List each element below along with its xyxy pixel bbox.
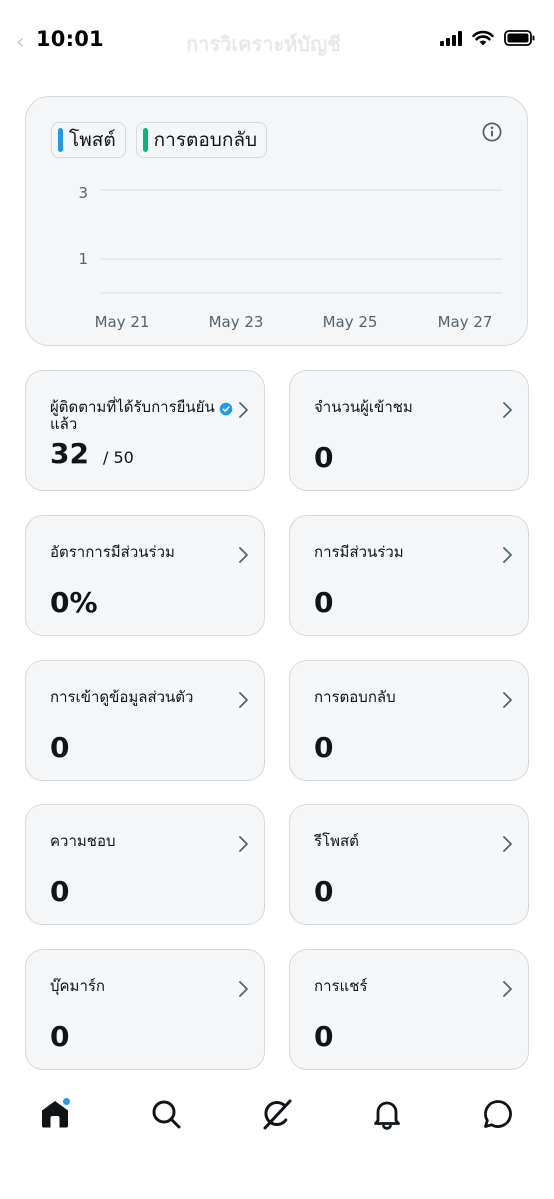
legend-label-replies: การตอบกลับ bbox=[153, 129, 258, 151]
chevron-right-icon bbox=[239, 836, 248, 852]
stat-label: ความชอบ bbox=[50, 832, 116, 850]
stat-label: อัตราการมีส่วนร่วม bbox=[50, 543, 175, 561]
stat-card[interactable]: บุ๊คมาร์ก 0 bbox=[25, 949, 265, 1070]
stat-value: 0 bbox=[314, 1020, 334, 1053]
stat-card[interactable]: การเข้าดูข้อมูลส่วนตัว 0 bbox=[25, 660, 265, 781]
stat-value: 0 bbox=[314, 441, 334, 474]
verified-icon bbox=[219, 402, 233, 416]
stat-value: 32 bbox=[50, 437, 89, 470]
notifications-icon bbox=[374, 1101, 400, 1130]
info-icon[interactable] bbox=[481, 121, 503, 143]
stat-card[interactable]: การมีส่วนร่วม 0 bbox=[289, 515, 529, 636]
back-icon[interactable]: ‹ bbox=[16, 30, 25, 55]
chevron-right-icon bbox=[503, 981, 512, 997]
status-bar: ‹ 10:01 การวิเคราะห์บัญชี bbox=[0, 0, 554, 82]
stat-value: 0 bbox=[314, 875, 334, 908]
stat-value: 0 bbox=[50, 875, 70, 908]
nav-home[interactable] bbox=[35, 1094, 75, 1134]
x-tick-label: May 25 bbox=[323, 313, 378, 331]
chevron-right-icon bbox=[239, 402, 248, 418]
stat-card[interactable]: รีโพสต์ 0 bbox=[289, 804, 529, 925]
stat-card[interactable]: ผู้ติดตามที่ได้รับการยืนยันแล้ว 32 / 50 bbox=[25, 370, 265, 491]
legend-replies[interactable]: การตอบกลับ bbox=[135, 122, 268, 158]
chevron-right-icon bbox=[239, 981, 248, 997]
stat-card[interactable]: จำนวนผู้เข้าชม 0 bbox=[289, 370, 529, 491]
stat-label: การแชร์ bbox=[314, 977, 368, 995]
x-tick-label: May 27 bbox=[438, 313, 493, 331]
stat-label: การมีส่วนร่วม bbox=[314, 543, 404, 561]
chevron-right-icon bbox=[239, 547, 248, 563]
stat-card[interactable]: การแชร์ 0 bbox=[289, 949, 529, 1070]
page-title: การวิเคราะห์บัญชี bbox=[186, 32, 341, 56]
stat-card[interactable]: ความชอบ 0 bbox=[25, 804, 265, 925]
messages-icon bbox=[484, 1100, 512, 1128]
legend-swatch-posts bbox=[58, 128, 63, 152]
chevron-right-icon bbox=[503, 836, 512, 852]
chart-legend: โพสต์ การตอบกลับ bbox=[51, 122, 268, 158]
x-tick-label: May 23 bbox=[209, 313, 264, 331]
stat-label: รีโพสต์ bbox=[314, 832, 359, 850]
x-tick-label: May 21 bbox=[95, 313, 150, 331]
wifi-icon bbox=[472, 30, 494, 46]
stat-value: 0 bbox=[314, 731, 334, 764]
notification-dot bbox=[62, 1097, 71, 1106]
legend-label-posts: โพสต์ bbox=[69, 129, 116, 151]
legend-swatch-replies bbox=[142, 128, 148, 152]
stat-label: จำนวนผู้เข้าชม bbox=[314, 398, 413, 416]
y-tick-label: 3 bbox=[78, 184, 88, 202]
stat-label: การเข้าดูข้อมูลส่วนตัว bbox=[50, 688, 194, 706]
stat-label: การตอบกลับ bbox=[314, 688, 396, 706]
chevron-right-icon bbox=[503, 692, 512, 708]
nav-messages[interactable] bbox=[478, 1094, 518, 1134]
chevron-right-icon bbox=[239, 692, 248, 708]
signal-icon bbox=[440, 30, 462, 46]
grok-icon bbox=[263, 1099, 292, 1130]
stat-label: บุ๊คมาร์ก bbox=[50, 977, 106, 995]
chart-card: 3 1 May 21 May 23 May 25 May 27 โพสต์ การตอบก… bbox=[25, 96, 528, 346]
stat-value: 0% bbox=[50, 586, 98, 619]
stat-value: 0 bbox=[314, 586, 334, 619]
legend-posts[interactable]: โพสต์ bbox=[51, 122, 126, 158]
search-icon bbox=[152, 1100, 181, 1129]
status-time: 10:01 bbox=[36, 27, 104, 51]
status-icons bbox=[440, 30, 536, 46]
chevron-right-icon bbox=[503, 547, 512, 563]
y-tick-label: 1 bbox=[78, 250, 88, 268]
chevron-right-icon bbox=[503, 402, 512, 418]
stat-value: 0 bbox=[50, 1020, 70, 1053]
battery-icon bbox=[504, 30, 535, 46]
nav-search[interactable] bbox=[146, 1094, 186, 1134]
stat-card[interactable]: อัตราการมีส่วนร่วม 0% bbox=[25, 515, 265, 636]
stat-value-group: 32 / 50 bbox=[50, 437, 134, 470]
bottom-nav bbox=[0, 1080, 554, 1150]
stat-value: 0 bbox=[50, 731, 70, 764]
nav-grok[interactable] bbox=[257, 1094, 297, 1134]
stat-label: ผู้ติดตามที่ได้รับการยืนยันแล้ว bbox=[50, 398, 215, 433]
nav-notifications[interactable] bbox=[367, 1094, 407, 1134]
stat-card[interactable]: การตอบกลับ 0 bbox=[289, 660, 529, 781]
stat-value-suffix: / 50 bbox=[102, 448, 134, 467]
